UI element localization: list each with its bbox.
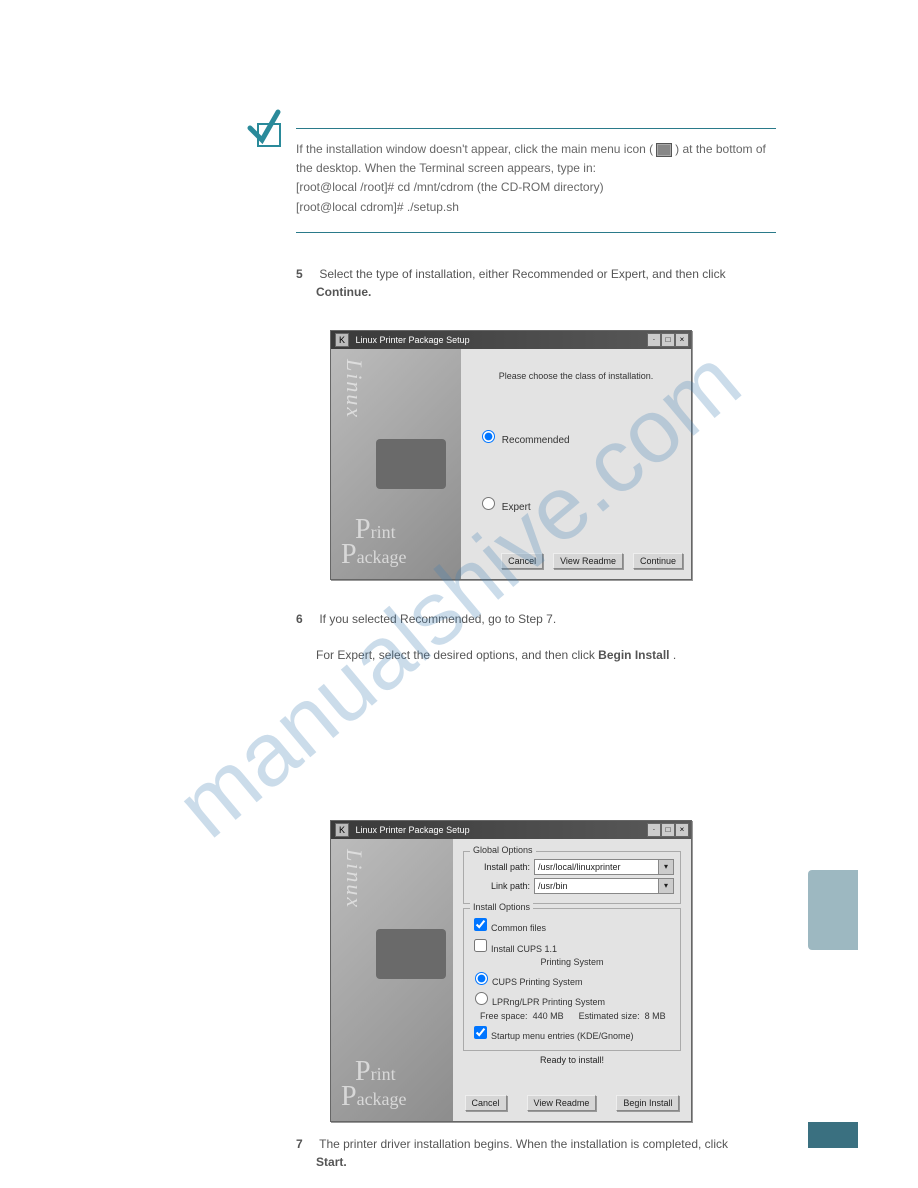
app-icon: K: [335, 823, 349, 837]
install-dialog-1: K Linux Printer Package Setup · □ × Linu…: [330, 330, 692, 580]
radio-expert[interactable]: [482, 497, 495, 510]
minimize-button[interactable]: ·: [647, 333, 661, 347]
radio-label: Expert: [502, 502, 531, 513]
est-size-label: Estimated size:: [579, 1011, 640, 1021]
close-button[interactable]: ×: [675, 823, 689, 837]
step-text: Select the type of installation, either …: [319, 267, 725, 281]
group-title: Install Options: [470, 902, 533, 912]
titlebar: K Linux Printer Package Setup · □ ×: [331, 331, 691, 349]
page-side-tab: [808, 870, 858, 950]
divider: [296, 128, 776, 129]
step-text: The printer driver installation begins. …: [319, 1137, 728, 1151]
step-number: 7: [296, 1135, 316, 1153]
instruction-text: Please choose the class of installation.: [469, 371, 683, 381]
view-readme-button[interactable]: View Readme: [553, 553, 623, 569]
link-path-label: Link path:: [470, 881, 534, 891]
install-path-label: Install path:: [470, 862, 534, 872]
checkbox-startup-menu[interactable]: [474, 1026, 487, 1039]
printer-illustration: [376, 929, 446, 979]
checkbox-install-cups[interactable]: [474, 939, 487, 952]
radio-cups[interactable]: [475, 972, 488, 985]
free-space-value: 440 MB: [533, 1011, 564, 1021]
maximize-button[interactable]: □: [661, 333, 675, 347]
dropdown-icon[interactable]: ▾: [658, 860, 673, 874]
step-text: If you selected Recommended, go to Step …: [319, 612, 556, 626]
linux-label: Linux: [341, 359, 367, 419]
print-package-label: Print Package: [355, 517, 407, 567]
menu-icon: [656, 143, 672, 157]
note-line3: [root@local cdrom]# ./setup.sh: [296, 200, 459, 214]
step-number: 5: [296, 265, 316, 283]
step-5: 5 Select the type of installation, eithe…: [296, 265, 776, 301]
step-text: For Expert, select the desired options, …: [316, 648, 598, 662]
continue-button[interactable]: Continue: [633, 553, 683, 569]
est-size-value: 8 MB: [645, 1011, 666, 1021]
step-text-bold: Start.: [316, 1155, 347, 1169]
app-icon: K: [335, 333, 349, 347]
radio-recommended[interactable]: [482, 430, 495, 443]
checkbox-label: Install CUPS 1.1: [491, 944, 557, 954]
radio-lpr[interactable]: [475, 992, 488, 1005]
step-6: 6 If you selected Recommended, go to Ste…: [296, 610, 776, 664]
note-line1a: If the installation window doesn't appea…: [296, 142, 653, 156]
cancel-button[interactable]: Cancel: [501, 553, 543, 569]
linux-label: Linux: [341, 849, 367, 909]
group-title: Global Options: [470, 845, 536, 855]
checkbox-common-files[interactable]: [474, 918, 487, 931]
note-block: If the installation window doesn't appea…: [296, 140, 776, 217]
print-package-label: Print Package: [355, 1059, 407, 1109]
note-line2: [root@local /root]# cd /mnt/cdrom (the C…: [296, 180, 604, 194]
free-space-label: Free space:: [480, 1011, 528, 1021]
minimize-button[interactable]: ·: [647, 823, 661, 837]
radio-label: Recommended: [502, 435, 570, 446]
close-button[interactable]: ×: [675, 333, 689, 347]
begin-install-button[interactable]: Begin Install: [616, 1095, 679, 1111]
cancel-button[interactable]: Cancel: [465, 1095, 507, 1111]
dropdown-icon[interactable]: ▾: [658, 879, 673, 893]
checkbox-label: Common files: [491, 923, 546, 933]
step-text: .: [673, 648, 676, 662]
checkbox-label: Startup menu entries (KDE/Gnome): [491, 1031, 634, 1041]
subheading: Printing System: [470, 957, 674, 967]
maximize-button[interactable]: □: [661, 823, 675, 837]
step-number: 6: [296, 610, 316, 628]
divider: [296, 232, 776, 233]
checkmark-icon: [244, 108, 284, 153]
titlebar: K Linux Printer Package Setup · □ ×: [331, 821, 691, 839]
install-dialog-2: K Linux Printer Package Setup · □ × Linu…: [330, 820, 692, 1122]
side-graphic: Linux Print Package: [331, 839, 453, 1121]
step-text-bold: Begin Install: [598, 648, 669, 662]
window-title: Linux Printer Package Setup: [356, 825, 470, 835]
window-title: Linux Printer Package Setup: [356, 335, 470, 345]
page-corner: [808, 1122, 858, 1148]
step-7: 7 The printer driver installation begins…: [296, 1135, 776, 1171]
side-graphic: Linux Print Package: [331, 349, 461, 579]
radio-label: CUPS Printing System: [492, 977, 583, 987]
printer-illustration: [376, 439, 446, 489]
step-text-bold: Continue.: [316, 285, 371, 299]
link-path-input[interactable]: [535, 879, 658, 893]
view-readme-button[interactable]: View Readme: [527, 1095, 597, 1111]
install-path-input[interactable]: [535, 860, 658, 874]
ready-text: Ready to install!: [461, 1055, 683, 1065]
radio-label: LPRng/LPR Printing System: [492, 997, 605, 1007]
